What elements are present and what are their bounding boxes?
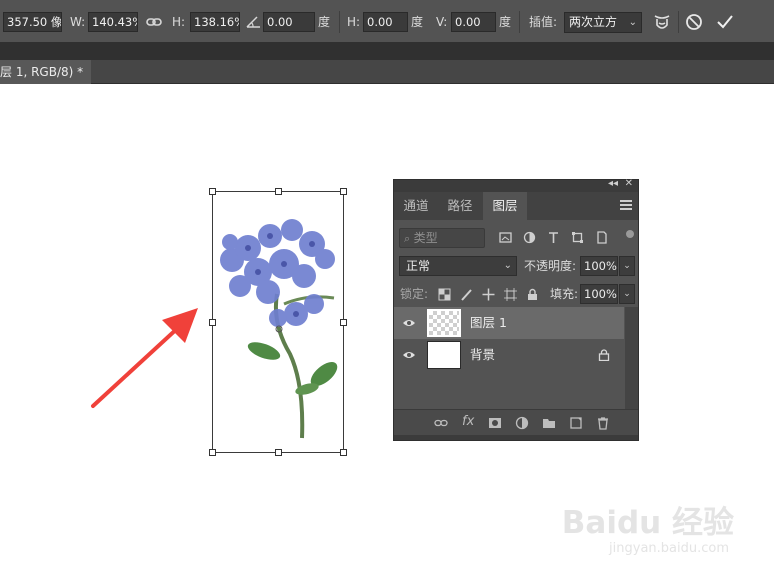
layer-row-layer1[interactable]: 图层 1 — [394, 307, 624, 339]
lock-artboard-icon[interactable] — [504, 288, 517, 301]
trash-icon[interactable] — [596, 416, 610, 430]
eye-icon[interactable] — [402, 316, 416, 330]
lock-all-icon[interactable] — [526, 288, 539, 301]
document-tab[interactable]: 层 1, RGB/8) * — [0, 60, 92, 84]
resize-handle-top-right[interactable] — [340, 188, 347, 195]
commit-icon[interactable] — [714, 11, 736, 33]
panel-resize-grip[interactable] — [394, 435, 638, 440]
resize-handle-bottom-left[interactable] — [209, 449, 216, 456]
skew-h-field[interactable]: 0.00 — [363, 12, 408, 32]
lock-row: 锁定: 填充: 100% ⌄ — [394, 280, 638, 308]
shape-filter-icon[interactable] — [571, 231, 584, 244]
adjustment-layer-icon[interactable] — [515, 416, 529, 430]
layer-row-background[interactable]: 背景 — [394, 339, 624, 371]
annotation-arrow — [91, 308, 198, 408]
search-icon: ⌕ — [404, 232, 414, 245]
watermark-url: jingyan.baidu.com — [609, 541, 729, 556]
fill-field[interactable]: 100% — [580, 284, 618, 304]
skew-h-unit: 度 — [411, 15, 424, 29]
layer-filter-select[interactable]: ⌕ 类型 — [399, 228, 485, 248]
opacity-chevron-icon[interactable]: ⌄ — [619, 256, 635, 276]
height-field[interactable]: 138.16% — [190, 12, 240, 32]
photoshop-window: 357.50 像素 W: 140.43% H: 138.16% 0.00 度 H… — [0, 0, 774, 582]
separator — [519, 11, 520, 33]
lock-label: 锁定: — [400, 287, 429, 301]
pixel-filter-icon[interactable] — [499, 231, 512, 244]
resize-handle-top[interactable] — [275, 188, 282, 195]
lock-icon — [598, 349, 610, 361]
chevron-down-icon: ⌄ — [503, 260, 512, 271]
layers-scrollbar[interactable] — [625, 307, 638, 409]
reference-point-icon[interactable] — [275, 318, 283, 333]
layer-name[interactable]: 背景 — [470, 339, 495, 371]
layer-thumbnail — [427, 309, 461, 337]
layer-name[interactable]: 图层 1 — [470, 307, 507, 339]
panel-bottom-bar: fx — [394, 409, 638, 435]
smart-object-filter-icon[interactable] — [595, 231, 608, 244]
warp-icon[interactable] — [651, 11, 673, 33]
filter-toggle-icon[interactable] — [626, 230, 634, 238]
width-label: W: — [70, 15, 86, 29]
eye-icon[interactable] — [402, 348, 416, 362]
lock-position-icon[interactable] — [482, 288, 495, 301]
tab-layers[interactable]: 图层 — [483, 192, 527, 220]
mask-icon[interactable] — [488, 416, 502, 430]
close-icon[interactable]: ✕ — [625, 178, 633, 189]
x-position-field[interactable]: 357.50 像素 — [3, 12, 62, 32]
separator — [339, 11, 340, 33]
resize-handle-bottom[interactable] — [275, 449, 282, 456]
filter-row: ⌕ 类型 — [394, 224, 638, 252]
document-tab-bar: 层 1, RGB/8) * — [0, 60, 774, 84]
tab-channels[interactable]: 通道 — [394, 192, 438, 220]
skew-h-label: H: — [347, 15, 361, 29]
rotate-field[interactable]: 0.00 — [263, 12, 315, 32]
fx-icon[interactable]: fx — [462, 414, 474, 429]
resize-handle-right[interactable] — [340, 319, 347, 326]
layer-thumbnail — [427, 341, 461, 369]
blend-mode-dropdown[interactable]: 正常 ⌄ — [399, 256, 517, 276]
new-layer-icon[interactable] — [569, 416, 583, 430]
rotate-unit: 度 — [318, 15, 331, 29]
chevron-down-icon: ⌄ — [628, 17, 637, 28]
resize-handle-left[interactable] — [209, 319, 216, 326]
transform-bounding-box[interactable] — [209, 188, 347, 456]
fill-chevron-icon[interactable]: ⌄ — [619, 284, 635, 304]
resize-handle-bottom-right[interactable] — [340, 449, 347, 456]
angle-icon — [243, 11, 265, 33]
separator — [678, 11, 679, 33]
opacity-label: 不透明度: — [524, 259, 577, 273]
resize-handle-top-left[interactable] — [209, 188, 216, 195]
cancel-icon[interactable] — [683, 11, 705, 33]
skew-v-unit: 度 — [499, 15, 512, 29]
panel-header: ◂◂ ✕ — [394, 178, 638, 192]
link-icon[interactable] — [143, 11, 165, 33]
blend-row: 正常 ⌄ 不透明度: 100% ⌄ — [394, 252, 638, 280]
skew-v-label: V: — [436, 15, 448, 29]
skew-v-field[interactable]: 0.00 — [451, 12, 496, 32]
height-label: H: — [172, 15, 186, 29]
watermark-brand: Baidu 经验 — [561, 505, 734, 541]
interpolation-value: 两次立方 — [569, 15, 618, 29]
folder-icon[interactable] — [542, 416, 556, 430]
blend-mode-value: 正常 — [406, 259, 431, 273]
panel-tabs: 通道 路径 图层 — [394, 192, 638, 220]
layers-panel: ◂◂ ✕ 通道 路径 图层 ⌕ 类型 正常 ⌄ 不透明度: 100% ⌄ 锁定:… — [393, 178, 639, 441]
link-layers-icon[interactable] — [434, 416, 448, 430]
type-filter-icon[interactable] — [547, 231, 560, 244]
collapse-icon[interactable]: ◂◂ — [608, 178, 618, 189]
filter-type-label: 类型 — [413, 231, 438, 245]
tab-paths[interactable]: 路径 — [438, 192, 482, 220]
options-bar: 357.50 像素 W: 140.43% H: 138.16% 0.00 度 H… — [0, 0, 774, 42]
lock-pixels-icon[interactable] — [460, 288, 473, 301]
lock-transparent-icon[interactable] — [438, 288, 451, 301]
width-field[interactable]: 140.43% — [88, 12, 138, 32]
interpolation-label: 插值: — [529, 15, 558, 29]
fill-label: 填充: — [550, 287, 579, 301]
application-frame-strip — [0, 42, 774, 60]
adjustment-filter-icon[interactable] — [523, 231, 536, 244]
panel-menu-icon[interactable] — [620, 200, 632, 210]
interpolation-dropdown[interactable]: 两次立方 ⌄ — [564, 12, 642, 33]
opacity-field[interactable]: 100% — [580, 256, 618, 276]
